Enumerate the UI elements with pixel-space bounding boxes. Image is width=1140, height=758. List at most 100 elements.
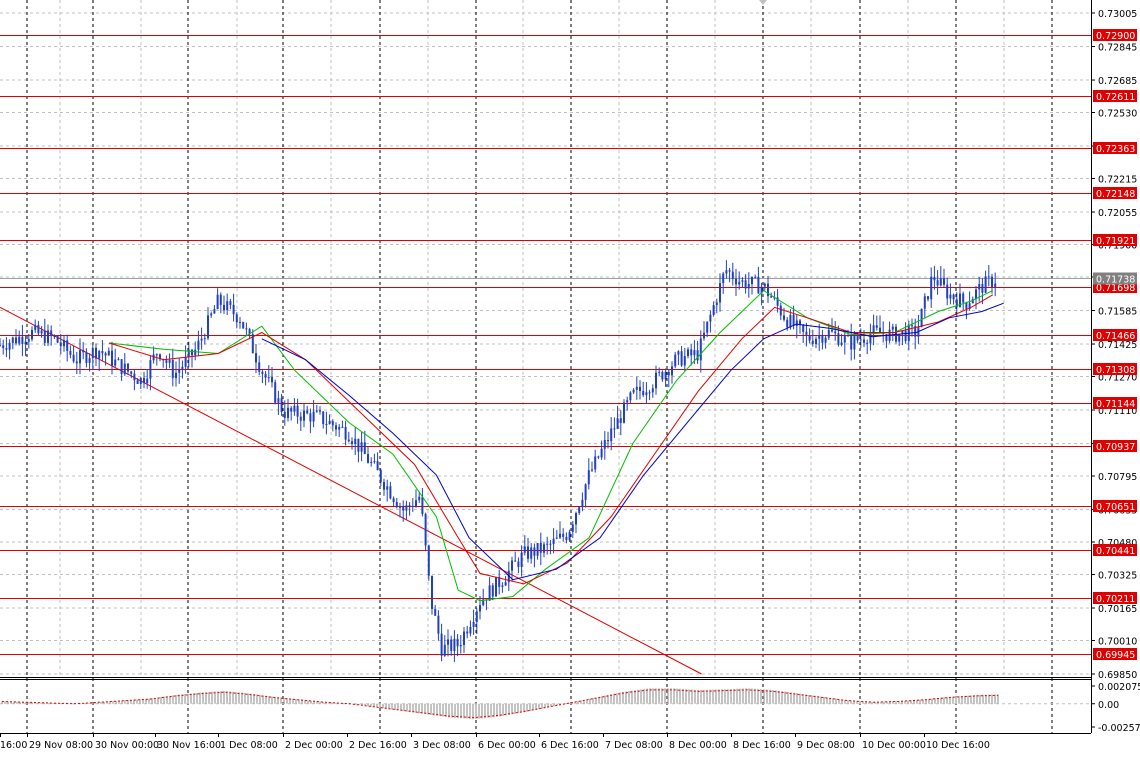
candle-body [786,319,789,328]
candle-body [277,398,280,403]
candle-body [447,639,449,645]
candle-body [546,543,549,545]
candle-body [491,585,494,597]
price-chart[interactable]: 0.730050.728450.726850.725300.723700.722… [0,0,1140,754]
price-tick-label: 0.70165 [1098,604,1137,615]
candle-body [309,413,312,422]
candle-body [642,390,645,396]
candle-body [399,506,401,508]
candle-body [898,333,901,342]
candle-body [63,340,65,347]
candle-body [696,350,699,361]
candle-body [943,278,945,285]
candle-body [450,639,453,652]
candle-body [443,644,446,656]
candle-body [69,351,72,355]
candle-body [232,304,235,315]
candle-body [594,456,597,470]
candle-body [747,284,750,289]
candle-body [98,351,101,359]
level-label: 0.71466 [1096,331,1135,342]
oscillator-tick-label: 0.00 [1098,700,1119,711]
candle-body [834,331,837,334]
candle-body [88,358,91,363]
candle-body [667,371,670,376]
candle-body [511,560,513,571]
candle-body [335,425,337,430]
candle-body [530,547,533,559]
candle-body [837,333,840,345]
level-label: 0.72611 [1096,92,1135,103]
candle-body [171,359,174,379]
candle-body [242,321,245,329]
candle-body [239,321,241,323]
candle-body [395,502,398,508]
candle-body [821,335,824,343]
candle-body [715,302,718,306]
candle-body [245,328,248,330]
candle-body [610,428,613,442]
candle-body [34,325,37,330]
candle-body [261,371,264,374]
candle-body [56,336,59,343]
candle-body [488,585,491,601]
candle-body [139,377,142,384]
candle-body [319,410,321,412]
candle-body [789,314,792,328]
candle-body [827,329,830,338]
candle-body [363,442,366,454]
candle-body [939,278,942,286]
candle-body [754,276,757,278]
candle-body [123,363,126,375]
candle-body [312,411,315,422]
candle-body [850,335,853,350]
candle-body [808,334,811,341]
candle-body [453,638,456,652]
time-tick-label: 30 Nov 00:00 [95,740,159,751]
level-label: 0.72900 [1096,31,1135,42]
time-tick-label: 8 Dec 00:00 [669,740,727,751]
candle-body [543,544,545,553]
candle-body [210,313,213,316]
candle-body [402,506,405,511]
candle-body [203,338,206,340]
candle-body [671,366,673,376]
candle-body [629,392,632,401]
candle-body [677,351,680,355]
candle-body [437,615,440,634]
candle-body [514,560,517,562]
candle-body [344,426,347,440]
time-tick-label: 2 Dec 16:00 [349,740,407,751]
candle-body [258,362,261,372]
candle-body [200,338,203,341]
candle-body [683,355,686,366]
current-price-label: 0.71738 [1096,275,1135,286]
candle-body [165,360,168,363]
candle-body [50,330,53,337]
candle-body [613,428,616,430]
candle-body [965,302,968,309]
candle-body [811,340,814,344]
candle-body [293,405,296,412]
candle-body [408,505,411,507]
candle-body [591,469,593,471]
candle-body [645,392,648,396]
level-label: 0.72148 [1096,189,1135,200]
candle-body [357,438,360,452]
candle-body [383,481,385,490]
candle-body [805,331,808,335]
candle-body [843,336,846,343]
candle-body [11,337,14,343]
candle-body [911,325,913,327]
candle-body [744,280,747,289]
candle-body [869,334,872,344]
candle-body [360,442,363,452]
level-label: 0.70937 [1096,442,1135,453]
candle-body [223,304,225,311]
candle-body [130,371,133,374]
candle-body [370,461,373,463]
candle-body [226,301,229,311]
candle-body [571,524,574,532]
candle-body [229,301,232,305]
candle-body [946,284,949,299]
